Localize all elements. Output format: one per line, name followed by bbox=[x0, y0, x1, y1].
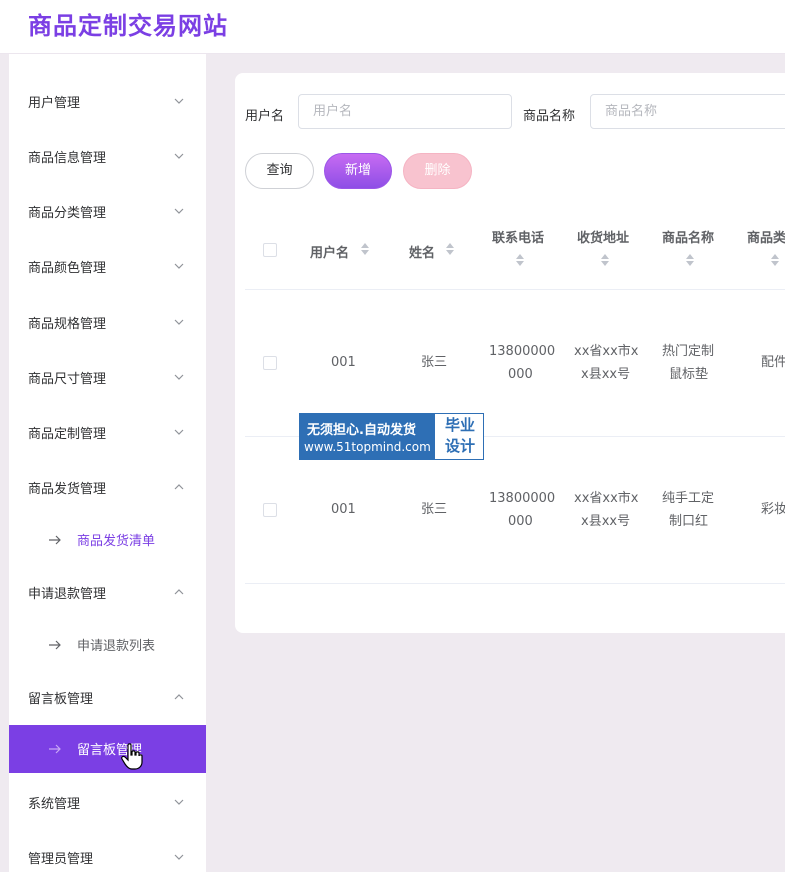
chevron-down-icon bbox=[174, 374, 184, 380]
cell-category: 彩妆 bbox=[761, 502, 785, 517]
cell-username: 001 bbox=[331, 502, 356, 517]
column-header-address[interactable]: 收货地址 bbox=[577, 227, 629, 246]
sort-icon[interactable] bbox=[360, 242, 370, 256]
chevron-up-icon bbox=[174, 484, 184, 490]
sidebar-item-label: 管理员管理 bbox=[28, 852, 94, 867]
sidebar-item-refund-management[interactable]: 申请退款管理 bbox=[9, 573, 206, 613]
column-header-phone[interactable]: 联系电话 bbox=[492, 227, 544, 246]
cell-address: xx省xx市x bbox=[574, 344, 639, 359]
row-checkbox[interactable] bbox=[263, 503, 277, 517]
column-header-product-category[interactable]: 商品类 bbox=[747, 227, 785, 246]
sort-icon[interactable] bbox=[685, 253, 695, 267]
sidebar-item-system-management[interactable]: 系统管理 bbox=[9, 783, 206, 823]
sidebar-item-label: 商品尺寸管理 bbox=[28, 372, 107, 387]
column-header-username[interactable]: 用户名 bbox=[310, 242, 349, 261]
watermark-slogan: 无须担心.自动发货 bbox=[307, 423, 416, 438]
sidebar-item-message-board-management[interactable]: 留言板管理 bbox=[9, 678, 206, 718]
sidebar-item-label: 商品分类管理 bbox=[28, 206, 107, 221]
chevron-up-icon bbox=[174, 589, 184, 595]
watermark-badge: 无须担心.自动发货 www.51topmind.com 毕业 设计 bbox=[299, 413, 484, 460]
watermark-logo: 毕业 设计 bbox=[438, 415, 482, 457]
sidebar-subitem-label: 申请退款列表 bbox=[77, 639, 156, 654]
main-panel: 用户名 商品名称 查询 新增 删除 用户名 姓名 联系电话 收货地址 商品名称 … bbox=[235, 73, 785, 633]
sidebar: 用户管理 商品信息管理 商品分类管理 商品颜色管理 商品规格管理 商品尺寸管理 … bbox=[9, 54, 206, 872]
select-all-checkbox[interactable] bbox=[263, 243, 277, 257]
sidebar-item-label: 申请退款管理 bbox=[28, 587, 107, 602]
sidebar-item-label: 留言板管理 bbox=[28, 692, 94, 707]
sidebar-item-label: 系统管理 bbox=[28, 797, 81, 812]
sidebar-item-admin-management[interactable]: 管理员管理 bbox=[9, 838, 206, 872]
table-divider bbox=[245, 289, 785, 290]
chevron-down-icon bbox=[174, 319, 184, 325]
cell-phone: 13800000 bbox=[489, 344, 556, 359]
query-button[interactable]: 查询 bbox=[245, 153, 314, 189]
row-checkbox[interactable] bbox=[263, 356, 277, 370]
column-header-name[interactable]: 姓名 bbox=[409, 242, 435, 261]
chevron-down-icon bbox=[174, 208, 184, 214]
sidebar-item-product-size-management[interactable]: 商品尺寸管理 bbox=[9, 358, 206, 398]
sidebar-item-label: 商品颜色管理 bbox=[28, 261, 107, 276]
delete-button[interactable]: 删除 bbox=[403, 153, 472, 189]
sidebar-item-label: 用户管理 bbox=[28, 96, 81, 111]
cell-phone: 000 bbox=[508, 367, 533, 382]
cell-phone: 13800000 bbox=[489, 491, 556, 506]
sidebar-item-product-color-management[interactable]: 商品颜色管理 bbox=[9, 247, 206, 287]
sort-icon[interactable] bbox=[770, 253, 780, 267]
username-search-input[interactable] bbox=[298, 94, 512, 129]
arrow-right-icon bbox=[49, 744, 61, 754]
chevron-down-icon bbox=[174, 153, 184, 159]
chevron-down-icon bbox=[174, 263, 184, 269]
cell-phone: 000 bbox=[508, 514, 533, 529]
arrow-right-icon bbox=[49, 640, 61, 650]
cell-product-name: 鼠标垫 bbox=[669, 367, 709, 382]
cell-product-name: 制口红 bbox=[669, 514, 709, 529]
cell-name: 张三 bbox=[421, 355, 448, 370]
sidebar-item-product-spec-management[interactable]: 商品规格管理 bbox=[9, 303, 206, 343]
cell-address: x县xx号 bbox=[581, 367, 631, 382]
cell-username: 001 bbox=[331, 355, 356, 370]
chevron-down-icon bbox=[174, 854, 184, 860]
arrow-right-icon bbox=[49, 535, 61, 545]
cell-product-name: 热门定制 bbox=[662, 344, 715, 359]
sort-icon[interactable] bbox=[445, 242, 455, 256]
chevron-down-icon bbox=[174, 799, 184, 805]
watermark-logo-line: 毕业 bbox=[444, 416, 475, 434]
sort-icon[interactable] bbox=[600, 253, 610, 267]
sidebar-subitem-label: 商品发货清单 bbox=[77, 534, 156, 549]
site-title: 商品定制交易网站 bbox=[28, 12, 228, 40]
top-bar: 商品定制交易网站 bbox=[0, 0, 785, 54]
add-button[interactable]: 新增 bbox=[324, 153, 392, 189]
column-header-product-name[interactable]: 商品名称 bbox=[662, 227, 714, 246]
sidebar-item-label: 商品定制管理 bbox=[28, 427, 107, 442]
username-label: 用户名 bbox=[245, 109, 285, 124]
sidebar-subitem-refund-list[interactable]: 申请退款列表 bbox=[9, 621, 206, 669]
sidebar-item-user-management[interactable]: 用户管理 bbox=[9, 82, 206, 122]
cell-category: 配件 bbox=[761, 355, 785, 370]
sidebar-subitem-shipping-list[interactable]: 商品发货清单 bbox=[9, 516, 206, 564]
chevron-down-icon bbox=[174, 429, 184, 435]
sidebar-item-product-category-management[interactable]: 商品分类管理 bbox=[9, 192, 206, 232]
watermark-url: www.51topmind.com bbox=[304, 440, 431, 454]
chevron-up-icon bbox=[174, 694, 184, 700]
sidebar-item-shipping-management[interactable]: 商品发货管理 bbox=[9, 468, 206, 508]
cell-address: x县xx号 bbox=[581, 514, 631, 529]
sidebar-item-label: 商品规格管理 bbox=[28, 317, 107, 332]
product-name-label: 商品名称 bbox=[523, 109, 576, 124]
table-divider bbox=[245, 583, 785, 584]
sidebar-item-product-custom-management[interactable]: 商品定制管理 bbox=[9, 413, 206, 453]
sidebar-item-label: 商品信息管理 bbox=[28, 151, 107, 166]
sidebar-subitem-message-board[interactable]: 留言板管理 bbox=[9, 725, 206, 773]
chevron-down-icon bbox=[174, 98, 184, 104]
hand-cursor-icon bbox=[121, 743, 143, 770]
cell-address: xx省xx市x bbox=[574, 491, 639, 506]
watermark-banner: 无须担心.自动发货 www.51topmind.com bbox=[300, 414, 435, 459]
product-name-search-input[interactable] bbox=[590, 94, 785, 129]
sort-icon[interactable] bbox=[515, 253, 525, 267]
watermark-logo-line: 设计 bbox=[444, 437, 475, 455]
cell-product-name: 纯手工定 bbox=[662, 491, 715, 506]
cell-name: 张三 bbox=[421, 502, 448, 517]
sidebar-item-label: 商品发货管理 bbox=[28, 482, 107, 497]
sidebar-item-product-info-management[interactable]: 商品信息管理 bbox=[9, 137, 206, 177]
